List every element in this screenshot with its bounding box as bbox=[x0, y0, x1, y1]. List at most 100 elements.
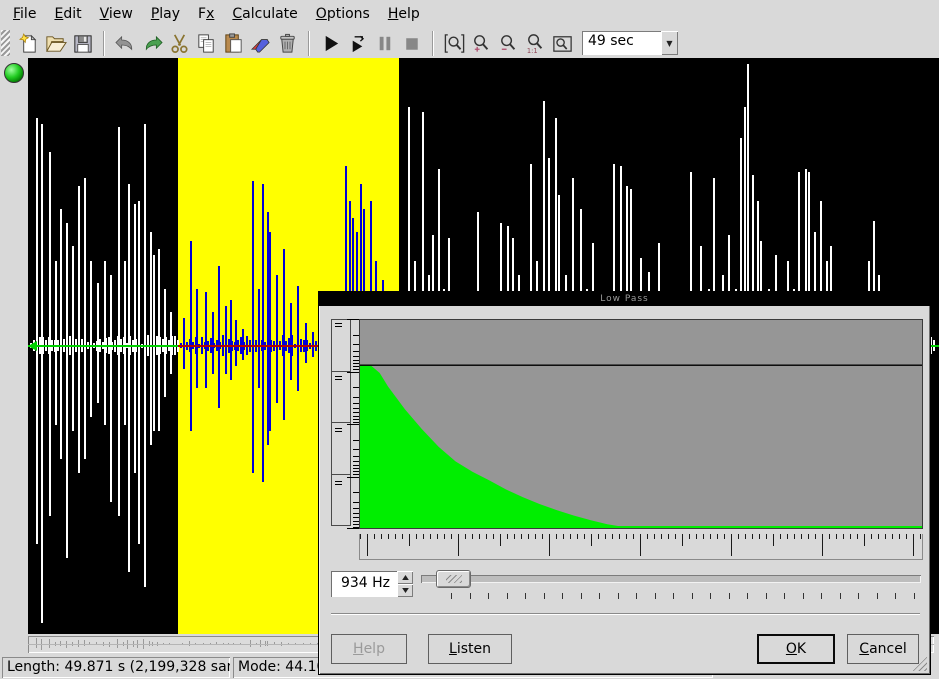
waveform-spike bbox=[36, 118, 38, 544]
menu-item-play[interactable]: Play bbox=[142, 3, 189, 25]
frequency-ruler-tick bbox=[430, 534, 431, 539]
low-pass-dialog: Low Pass 934 Hz Help Listen OK Cancel bbox=[318, 291, 931, 675]
frequency-ruler-tick bbox=[640, 534, 641, 556]
undo-button[interactable] bbox=[112, 30, 139, 57]
save-icon bbox=[71, 32, 94, 55]
slider-tick bbox=[858, 593, 859, 599]
play-button[interactable] bbox=[317, 30, 344, 57]
db-ruler-tick bbox=[347, 319, 359, 320]
waveform-spike bbox=[41, 124, 43, 624]
frequency-slider-track[interactable] bbox=[421, 575, 921, 583]
dialog-title-bar[interactable]: Low Pass bbox=[319, 292, 930, 306]
frequency-ruler-tick bbox=[437, 534, 438, 539]
spin-down-button[interactable] bbox=[397, 584, 413, 597]
frequency-ruler-tick bbox=[549, 534, 550, 556]
frequency-ruler-tick bbox=[899, 534, 900, 539]
frequency-slider-handle[interactable] bbox=[436, 570, 471, 588]
slider-tick bbox=[784, 593, 785, 599]
frequency-ruler-tick bbox=[731, 534, 732, 556]
help-button[interactable]: Help bbox=[331, 634, 407, 664]
menu-item-edit[interactable]: Edit bbox=[45, 3, 90, 25]
frequency-ruler-tick bbox=[766, 534, 767, 539]
frequency-ruler-tick bbox=[752, 534, 753, 539]
redo-button[interactable] bbox=[139, 30, 166, 57]
record-indicator-led bbox=[4, 63, 24, 83]
menu-item-help[interactable]: Help bbox=[379, 3, 429, 25]
cancel-button[interactable]: Cancel bbox=[847, 634, 919, 664]
waveform-spike bbox=[60, 209, 62, 459]
filter-curve-area bbox=[360, 365, 922, 529]
pause-button[interactable] bbox=[371, 30, 398, 57]
zoom-duration-value[interactable]: 49 sec bbox=[582, 31, 661, 55]
toolbar-separator bbox=[432, 31, 434, 56]
open-button[interactable] bbox=[42, 30, 69, 57]
frequency-ruler-tick bbox=[388, 534, 389, 539]
waveform-spike bbox=[230, 300, 232, 380]
zoom-in-button[interactable] bbox=[468, 30, 495, 57]
frequency-ruler-tick bbox=[619, 534, 620, 539]
new-file-icon bbox=[17, 32, 40, 55]
frequency-ruler-tick bbox=[920, 534, 921, 539]
waveform-spike bbox=[305, 323, 307, 363]
cutoff-frequency-field[interactable]: 934 Hz bbox=[331, 571, 397, 597]
copy-button[interactable] bbox=[193, 30, 220, 57]
stop-button[interactable] bbox=[398, 30, 425, 57]
waveform-spike bbox=[252, 181, 254, 474]
toolbar-drag-handle[interactable] bbox=[1, 30, 10, 56]
waveform-spike bbox=[118, 127, 120, 516]
save-button[interactable] bbox=[69, 30, 96, 57]
slider-tick bbox=[507, 593, 508, 599]
db-ruler-tick bbox=[347, 424, 359, 425]
combo-dropdown-button[interactable]: ▼ bbox=[661, 31, 678, 55]
zoom-out-button[interactable] bbox=[495, 30, 522, 57]
frequency-ruler-tick bbox=[892, 534, 893, 539]
frequency-ruler-tick bbox=[703, 534, 704, 539]
waveform-spike bbox=[258, 289, 260, 388]
zoom-fit-button[interactable] bbox=[549, 30, 576, 57]
waveform-spike bbox=[183, 318, 185, 369]
frequency-ruler-tick bbox=[563, 534, 564, 539]
menu-item-options[interactable]: Options bbox=[307, 3, 379, 25]
menu-item-calculate[interactable]: Calculate bbox=[223, 3, 306, 25]
zoom-normal-button[interactable]: 1:1 bbox=[522, 30, 549, 57]
frequency-ruler-tick bbox=[409, 534, 410, 546]
frequency-ruler-tick bbox=[857, 534, 858, 539]
frequency-ruler-tick bbox=[843, 534, 844, 539]
toolbar-separator bbox=[103, 31, 105, 56]
frequency-ruler-tick bbox=[381, 534, 382, 539]
erase-button[interactable] bbox=[247, 30, 274, 57]
waveform-spike bbox=[158, 249, 160, 431]
waveform-spike bbox=[283, 249, 285, 419]
frequency-ruler-tick bbox=[822, 534, 823, 556]
unity-gain-line bbox=[360, 365, 922, 366]
menu-item-fx[interactable]: Fx bbox=[189, 3, 223, 25]
new-file-button[interactable] bbox=[15, 30, 42, 57]
erase-icon bbox=[249, 32, 272, 55]
waveform-spike bbox=[128, 184, 130, 573]
loop-play-button[interactable] bbox=[344, 30, 371, 57]
paste-button[interactable] bbox=[220, 30, 247, 57]
frequency-ruler-tick bbox=[885, 534, 886, 539]
frequency-ruler-tick bbox=[514, 534, 515, 539]
frequency-ruler-tick bbox=[745, 534, 746, 539]
ok-button[interactable]: OK bbox=[757, 634, 835, 664]
db-ruler-label-mark bbox=[335, 376, 342, 377]
frequency-ruler-tick bbox=[787, 534, 788, 539]
frequency-ruler-tick bbox=[759, 534, 760, 539]
filter-response-graph[interactable] bbox=[359, 319, 923, 529]
dialog-body: 934 Hz Help Listen OK Cancel bbox=[319, 306, 930, 674]
frequency-ruler-tick bbox=[423, 534, 424, 539]
zoom-selection-button[interactable] bbox=[441, 30, 468, 57]
listen-button[interactable]: Listen bbox=[428, 634, 512, 664]
frequency-ruler-tick bbox=[815, 534, 816, 539]
cut-button[interactable] bbox=[166, 30, 193, 57]
db-ruler-label-mark bbox=[335, 323, 342, 324]
spin-up-button[interactable] bbox=[397, 571, 413, 584]
frequency-ruler-tick bbox=[402, 534, 403, 539]
menu-item-file[interactable]: File bbox=[4, 3, 45, 25]
waveform-spike bbox=[124, 261, 126, 426]
waveform-spike bbox=[72, 246, 74, 431]
delete-button[interactable] bbox=[274, 30, 301, 57]
zoom-duration-combo[interactable]: 49 sec ▼ bbox=[582, 31, 678, 55]
menu-item-view[interactable]: View bbox=[91, 3, 142, 25]
